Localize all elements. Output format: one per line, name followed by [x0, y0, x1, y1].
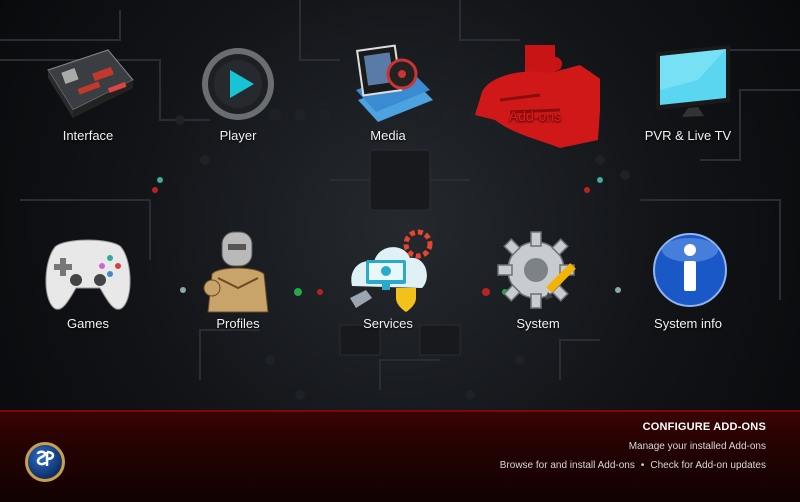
tv-icon — [638, 40, 738, 128]
menu-item-media[interactable]: Media — [328, 40, 448, 160]
check-updates-link[interactable]: Check for Add-on updates — [650, 460, 766, 471]
menu-item-player[interactable]: Player — [178, 40, 298, 160]
gear-pencil-icon — [488, 228, 588, 316]
menu-item-services[interactable]: Services — [328, 228, 448, 348]
info-icon — [638, 228, 738, 316]
menu-item-label: System info — [654, 316, 722, 331]
menu-item-label: Profiles — [216, 316, 260, 331]
menu-item-label: Add-ons — [508, 108, 562, 124]
logo-icon — [33, 448, 57, 476]
menu-item-label: Player — [219, 128, 257, 143]
menu-item-system[interactable]: System — [478, 228, 598, 348]
motherboard-icon — [38, 40, 138, 128]
menu-item-system-info[interactable]: System info — [628, 228, 748, 348]
browse-addons-link[interactable]: Browse for and install Add-ons — [500, 460, 635, 471]
info-links: Browse for and install Add-ons • Check for… — [500, 460, 766, 471]
menu-item-profiles[interactable]: Profiles — [178, 228, 298, 348]
play-icon — [188, 40, 288, 128]
menu-item-label: System — [516, 316, 560, 331]
logo-badge[interactable] — [25, 442, 65, 482]
section-title: CONFIGURE ADD-ONS — [642, 421, 766, 433]
menu-item-interface[interactable]: Interface — [28, 40, 148, 160]
menu-item-games[interactable]: Games — [28, 228, 148, 348]
section-subtitle[interactable]: Manage your installed Add-ons — [629, 441, 766, 452]
menu-item-label: Media — [370, 128, 406, 143]
menu-item-label: Interface — [62, 128, 114, 143]
menu-item-pvr-live-tv[interactable]: PVR & Live TV — [628, 40, 748, 160]
media-film-icon — [338, 40, 438, 128]
profile-robot-icon — [188, 228, 288, 316]
menu-item-label: Services — [363, 316, 413, 331]
puzzle-hand-icon — [470, 40, 600, 150]
menu-item-addons[interactable]: Add-ons — [475, 40, 600, 160]
gamepad-icon — [38, 228, 138, 316]
link-separator: • — [640, 460, 645, 471]
menu-item-label: PVR & Live TV — [644, 128, 732, 143]
services-icon — [338, 228, 438, 316]
menu-item-label: Games — [67, 316, 109, 331]
